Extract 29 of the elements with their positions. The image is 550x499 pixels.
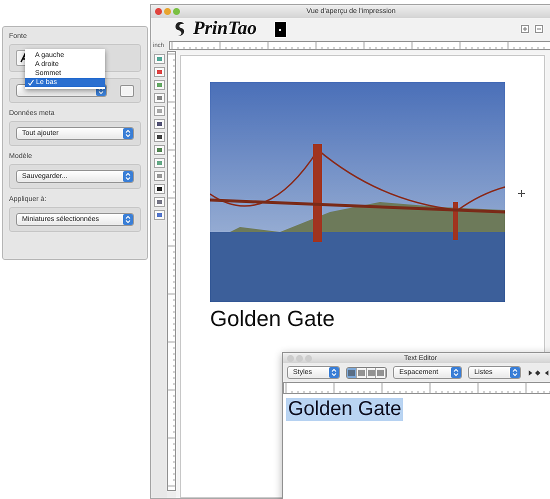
document-icon[interactable] [274, 22, 286, 36]
app-logo: PrinTao [193, 18, 257, 40]
popup-arrows-icon [123, 128, 133, 139]
tool-icon[interactable] [154, 132, 164, 142]
align-icon [348, 370, 355, 376]
tool-icon[interactable] [154, 119, 164, 129]
align-icon [377, 370, 384, 376]
close-button[interactable] [155, 8, 162, 15]
popup-arrows-icon [329, 367, 339, 378]
tab-markers-icon [527, 368, 550, 376]
swirl-logo-icon [173, 21, 187, 37]
zoom-out-icon[interactable] [535, 25, 543, 33]
zoom-in-icon[interactable] [521, 25, 529, 33]
align-button[interactable] [376, 368, 386, 378]
editor-text[interactable]: Golden Gate [286, 398, 404, 421]
popup-arrows-icon [123, 171, 133, 182]
popup-arrows-icon [123, 214, 133, 225]
tool-icon[interactable] [154, 184, 164, 194]
align-icon [368, 370, 375, 376]
crosshair-icon [518, 190, 525, 197]
reset-button[interactable] [120, 84, 134, 96]
checkmark-icon [28, 79, 34, 86]
align-icon [358, 370, 365, 376]
popup-arrows-icon [451, 367, 462, 378]
align-button[interactable] [356, 368, 367, 378]
photo-caption: Golden Gate [210, 306, 336, 332]
popup-arrows-icon [510, 367, 520, 378]
align-button[interactable] [366, 368, 376, 378]
align-button[interactable] [347, 368, 357, 378]
